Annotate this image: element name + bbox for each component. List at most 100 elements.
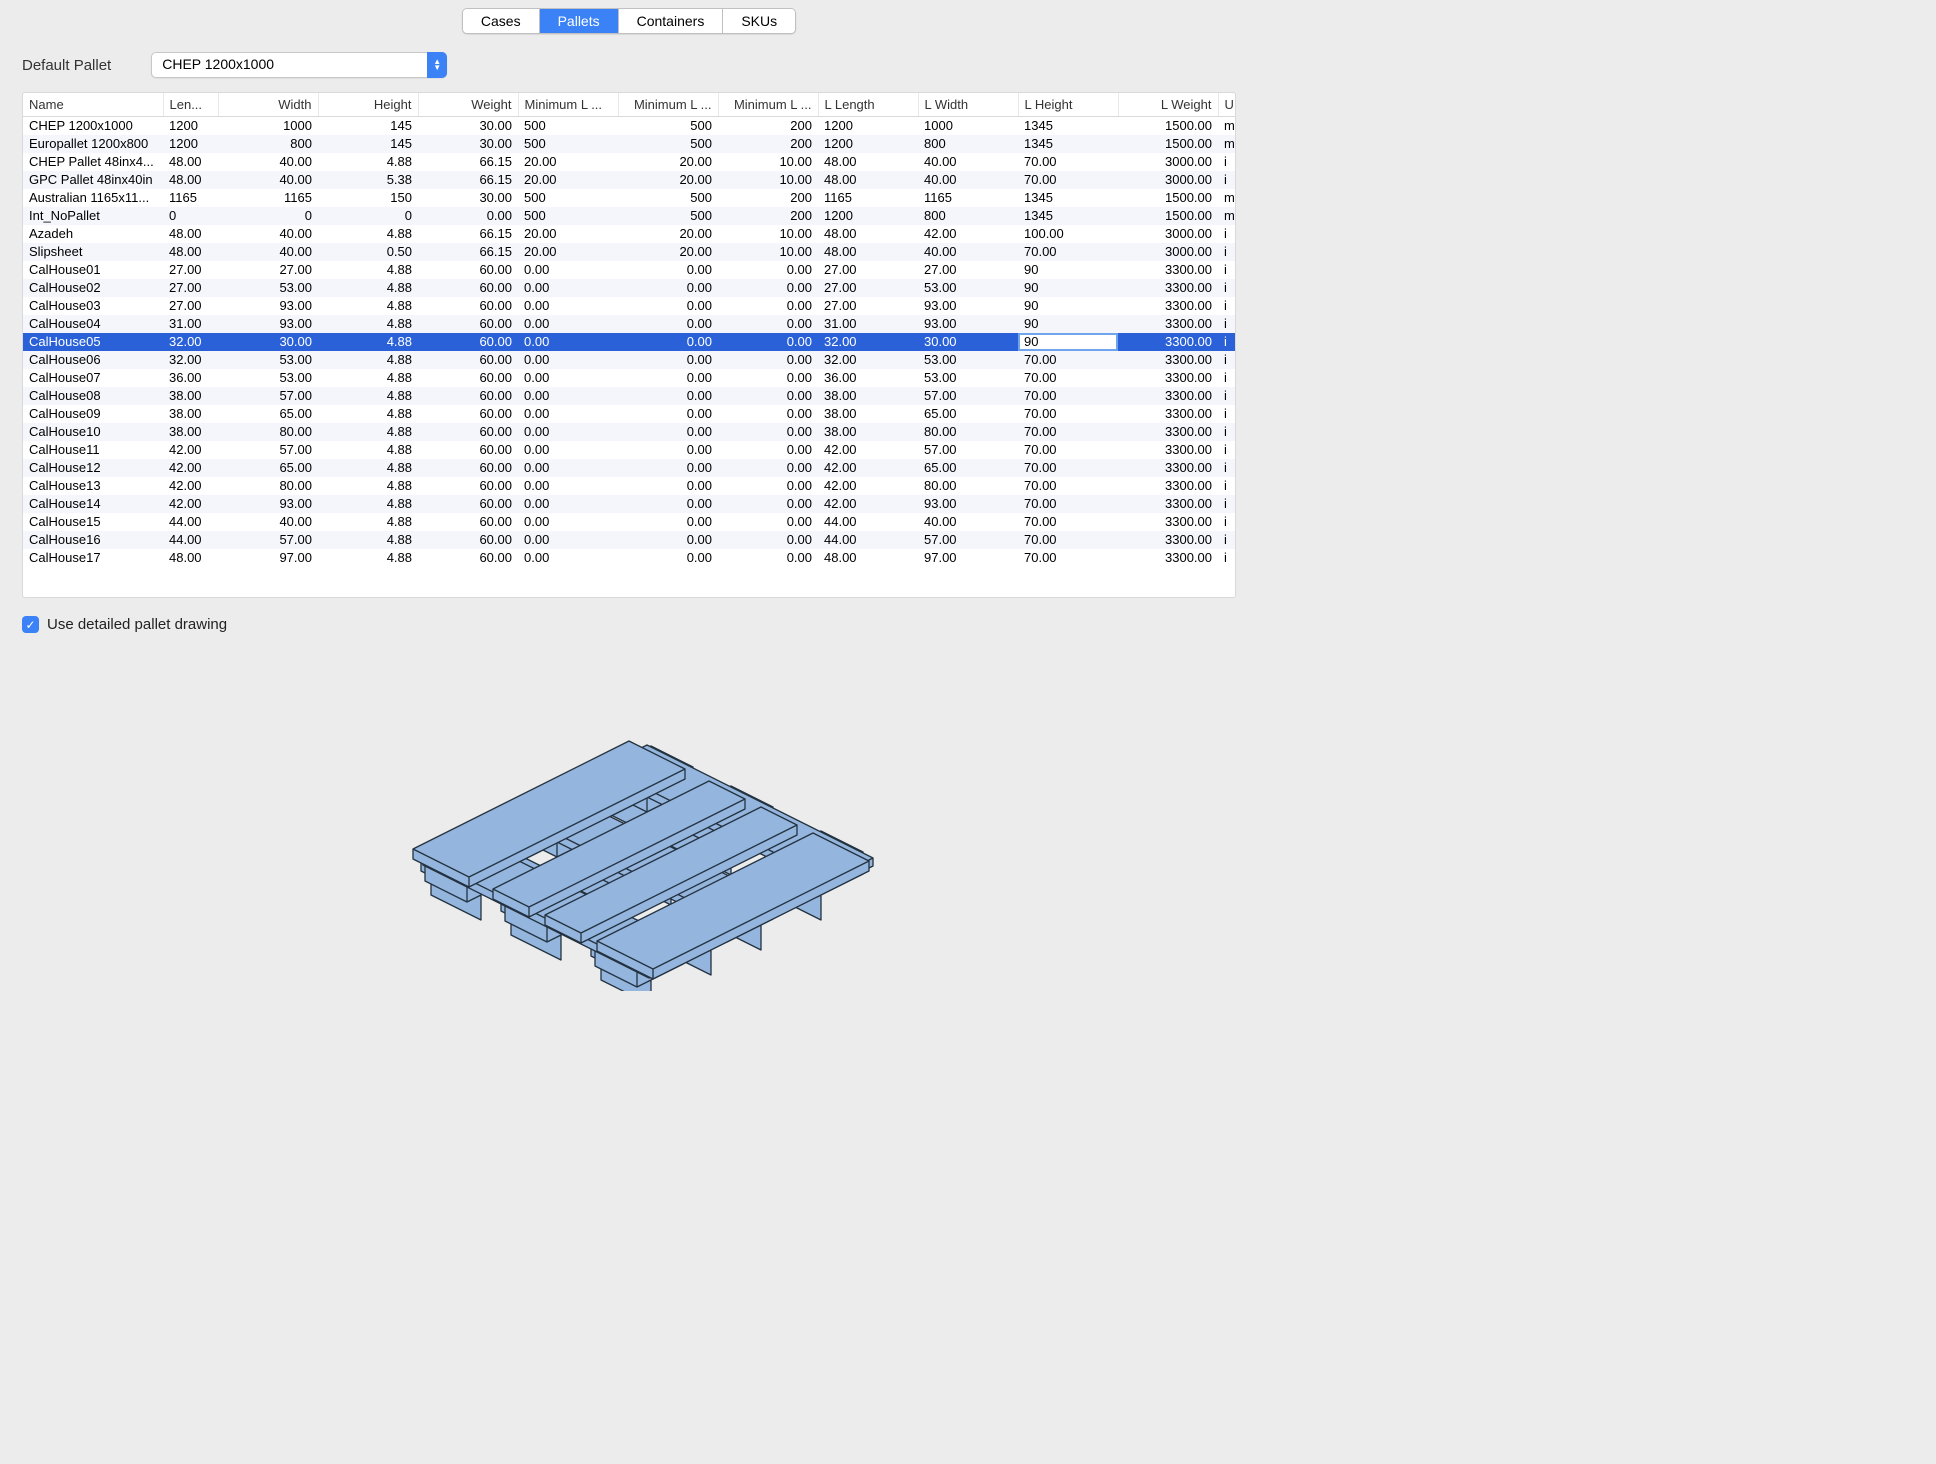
cell-name[interactable]: Europallet 1200x800	[23, 135, 163, 153]
cell-ml1[interactable]: 0.00	[518, 387, 618, 405]
cell-ml1[interactable]: 500	[518, 135, 618, 153]
cell-lwgt[interactable]: 3300.00	[1118, 315, 1218, 333]
cell-u[interactable]: i	[1218, 351, 1236, 369]
cell-ml2[interactable]: 0.00	[618, 513, 718, 531]
cell-height[interactable]: 4.88	[318, 315, 418, 333]
cell-weight[interactable]: 60.00	[418, 423, 518, 441]
cell-ml1[interactable]: 0.00	[518, 513, 618, 531]
cell-height[interactable]: 4.88	[318, 225, 418, 243]
cell-len[interactable]: 42.00	[163, 477, 218, 495]
cell-ll[interactable]: 42.00	[818, 477, 918, 495]
cell-ml2[interactable]: 0.00	[618, 549, 718, 567]
cell-lwgt[interactable]: 3300.00	[1118, 495, 1218, 513]
cell-ml2[interactable]: 0.00	[618, 279, 718, 297]
cell-ml1[interactable]: 0.00	[518, 315, 618, 333]
cell-ll[interactable]: 38.00	[818, 405, 918, 423]
cell-name[interactable]: CalHouse07	[23, 369, 163, 387]
cell-lw[interactable]: 53.00	[918, 279, 1018, 297]
table-row[interactable]: Slipsheet48.0040.000.5066.1520.0020.0010…	[23, 243, 1236, 261]
cell-width[interactable]: 800	[218, 135, 318, 153]
cell-lw[interactable]: 27.00	[918, 261, 1018, 279]
cell-u[interactable]: i	[1218, 333, 1236, 351]
cell-lw[interactable]: 1165	[918, 189, 1018, 207]
cell-ll[interactable]: 1200	[818, 207, 918, 225]
cell-ll[interactable]: 38.00	[818, 387, 918, 405]
cell-ll[interactable]: 27.00	[818, 297, 918, 315]
cell-ml3[interactable]: 0.00	[718, 405, 818, 423]
cell-ml2[interactable]: 500	[618, 135, 718, 153]
cell-u[interactable]: i	[1218, 171, 1236, 189]
cell-lh[interactable]: 1345	[1018, 135, 1118, 153]
table-row[interactable]: CalHouse1442.0093.004.8860.000.000.000.0…	[23, 495, 1236, 513]
table-row[interactable]: Australian 1165x11...1165116515030.00500…	[23, 189, 1236, 207]
table-row[interactable]: CalHouse0838.0057.004.8860.000.000.000.0…	[23, 387, 1236, 405]
cell-ml3[interactable]: 200	[718, 135, 818, 153]
cell-ml2[interactable]: 0.00	[618, 333, 718, 351]
cell-lh[interactable]: 70.00	[1018, 531, 1118, 549]
col-lweight[interactable]: L Weight	[1118, 93, 1218, 117]
cell-weight[interactable]: 60.00	[418, 261, 518, 279]
cell-ml3[interactable]: 10.00	[718, 171, 818, 189]
table-row[interactable]: CalHouse1748.0097.004.8860.000.000.000.0…	[23, 549, 1236, 567]
cell-ml1[interactable]: 0.00	[518, 351, 618, 369]
cell-weight[interactable]: 60.00	[418, 495, 518, 513]
cell-width[interactable]: 57.00	[218, 531, 318, 549]
cell-height[interactable]: 0.50	[318, 243, 418, 261]
cell-ll[interactable]: 1165	[818, 189, 918, 207]
cell-ml3[interactable]: 10.00	[718, 225, 818, 243]
cell-ll[interactable]: 32.00	[818, 333, 918, 351]
cell-ml1[interactable]: 0.00	[518, 531, 618, 549]
col-name[interactable]: Name	[23, 93, 163, 117]
cell-ml3[interactable]: 0.00	[718, 279, 818, 297]
cell-height[interactable]: 4.88	[318, 261, 418, 279]
cell-lh[interactable]: 70.00	[1018, 477, 1118, 495]
cell-lwgt[interactable]: 3300.00	[1118, 549, 1218, 567]
cell-ml2[interactable]: 20.00	[618, 243, 718, 261]
cell-name[interactable]: CalHouse01	[23, 261, 163, 279]
cell-height[interactable]: 4.88	[318, 405, 418, 423]
cell-lwgt[interactable]: 3300.00	[1118, 459, 1218, 477]
cell-u[interactable]: i	[1218, 495, 1236, 513]
cell-lw[interactable]: 30.00	[918, 333, 1018, 351]
cell-height[interactable]: 4.88	[318, 549, 418, 567]
cell-len[interactable]: 36.00	[163, 369, 218, 387]
cell-lw[interactable]: 65.00	[918, 459, 1018, 477]
cell-name[interactable]: GPC Pallet 48inx40in	[23, 171, 163, 189]
cell-lh[interactable]: 70.00	[1018, 243, 1118, 261]
cell-height[interactable]: 4.88	[318, 369, 418, 387]
cell-name[interactable]: CalHouse14	[23, 495, 163, 513]
cell-ml1[interactable]: 20.00	[518, 225, 618, 243]
cell-u[interactable]: i	[1218, 387, 1236, 405]
cell-lh[interactable]: 70.00	[1018, 171, 1118, 189]
cell-ml2[interactable]: 20.00	[618, 225, 718, 243]
cell-weight[interactable]: 66.15	[418, 243, 518, 261]
cell-name[interactable]: CalHouse04	[23, 315, 163, 333]
cell-lh[interactable]: 70.00	[1018, 369, 1118, 387]
cell-len[interactable]: 1200	[163, 135, 218, 153]
cell-ll[interactable]: 27.00	[818, 261, 918, 279]
cell-weight[interactable]: 30.00	[418, 117, 518, 135]
use-detailed-drawing-checkbox[interactable]: ✓	[22, 616, 39, 633]
cell-ml3[interactable]: 10.00	[718, 243, 818, 261]
cell-weight[interactable]: 60.00	[418, 477, 518, 495]
table-row[interactable]: CHEP Pallet 48inx4...48.0040.004.8866.15…	[23, 153, 1236, 171]
cell-lwgt[interactable]: 3300.00	[1118, 405, 1218, 423]
cell-name[interactable]: Slipsheet	[23, 243, 163, 261]
cell-width[interactable]: 97.00	[218, 549, 318, 567]
cell-ml1[interactable]: 0.00	[518, 405, 618, 423]
cell-ll[interactable]: 42.00	[818, 459, 918, 477]
cell-ml2[interactable]: 500	[618, 189, 718, 207]
cell-len[interactable]: 27.00	[163, 261, 218, 279]
cell-u[interactable]: i	[1218, 225, 1236, 243]
cell-ml2[interactable]: 0.00	[618, 477, 718, 495]
cell-lw[interactable]: 80.00	[918, 477, 1018, 495]
cell-name[interactable]: Australian 1165x11...	[23, 189, 163, 207]
cell-name[interactable]: CalHouse05	[23, 333, 163, 351]
cell-name[interactable]: Azadeh	[23, 225, 163, 243]
cell-height[interactable]: 4.88	[318, 441, 418, 459]
cell-len[interactable]: 48.00	[163, 243, 218, 261]
cell-width[interactable]: 53.00	[218, 351, 318, 369]
cell-len[interactable]: 1200	[163, 117, 218, 135]
cell-lh[interactable]: 70.00	[1018, 459, 1118, 477]
cell-ml3[interactable]: 0.00	[718, 387, 818, 405]
